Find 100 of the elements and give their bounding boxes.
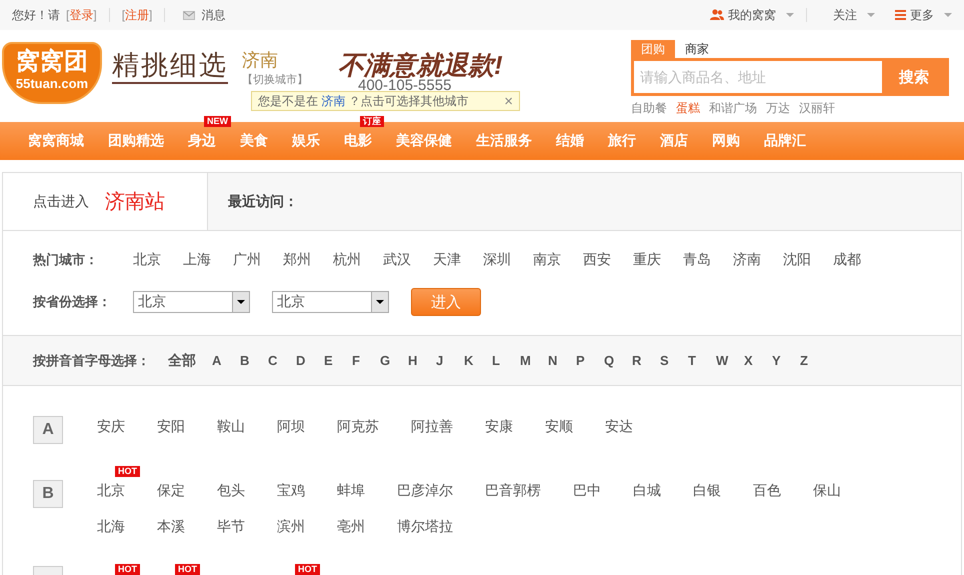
letter-tag: A — [33, 416, 63, 444]
city-link[interactable]: 本溪 — [157, 514, 217, 538]
letter-link[interactable]: G — [380, 353, 408, 368]
city-link[interactable]: 蚌埠 — [337, 478, 397, 502]
letter-link[interactable]: L — [492, 353, 520, 368]
all-letters-link[interactable]: 全部 — [168, 352, 196, 370]
city-link[interactable]: 巴彦淖尔 — [397, 478, 485, 502]
letter-link[interactable]: W — [716, 353, 744, 368]
messages-link[interactable]: 消息 — [201, 6, 226, 24]
city-link[interactable]: 博尔塔拉 — [397, 514, 485, 538]
city-link[interactable]: 杭州 — [333, 251, 383, 269]
letter-link[interactable]: C — [268, 353, 296, 368]
station-link[interactable]: 济南站 — [105, 188, 165, 215]
hot-badge: HOT — [115, 564, 140, 575]
letter-link[interactable]: B — [240, 353, 268, 368]
letter-link[interactable]: A — [212, 353, 240, 368]
city-link[interactable]: 郑州 — [283, 251, 333, 269]
city-link[interactable]: 深圳 — [483, 251, 533, 269]
city-link[interactable]: 上海 — [183, 251, 233, 269]
city-link[interactable]: 保山 — [813, 478, 873, 502]
letter-link[interactable]: H — [408, 353, 436, 368]
city-link[interactable]: 济南 — [733, 251, 783, 269]
letter-link[interactable]: S — [660, 353, 688, 368]
city-link[interactable]: 阿坝 — [277, 414, 337, 438]
city-link[interactable]: 阿拉善 — [411, 414, 485, 438]
nav-badge: 订座 — [360, 116, 384, 127]
letter-link[interactable]: M — [520, 353, 548, 368]
people-icon — [710, 9, 724, 21]
letter-link[interactable]: P — [576, 353, 604, 368]
pinyin-label: 按拼音首字母选择： — [33, 352, 150, 370]
city-link[interactable]: 北海 — [97, 514, 157, 538]
city-link[interactable]: 毕节 — [217, 514, 277, 538]
letter-link[interactable]: Q — [604, 353, 632, 368]
slogan-text: 精挑细选 — [112, 48, 228, 84]
city-link[interactable]: 宝鸡 — [277, 478, 337, 502]
more-menu[interactable]: 更多 — [895, 6, 952, 24]
hot-search-link[interactable]: 蛋糕 — [676, 100, 700, 117]
city-select[interactable]: 北京 — [272, 291, 389, 313]
letter-link[interactable]: D — [296, 353, 324, 368]
city-link[interactable]: 安康 — [485, 414, 545, 438]
hot-cities-label: 热门城市： — [33, 251, 99, 269]
province-select[interactable]: 北京 — [133, 291, 250, 313]
letter-link[interactable]: Y — [772, 353, 800, 368]
city-link[interactable]: 安达 — [605, 414, 665, 438]
menu-icon — [895, 10, 906, 20]
letter-link[interactable]: X — [744, 353, 772, 368]
envelope-icon — [183, 10, 196, 20]
city-link[interactable]: 白城 — [633, 478, 693, 502]
city-link[interactable]: 成都 — [833, 251, 883, 269]
tooltip-text: 您是不是在 济南 ？点击可选择其他城市 — [258, 92, 469, 110]
city-link[interactable]: 重庆 — [633, 251, 683, 269]
hot-badge: HOT — [115, 466, 140, 477]
city-link[interactable]: 巴音郭楞 — [485, 478, 573, 502]
city-link[interactable]: 沈阳 — [783, 251, 833, 269]
hot-search-link[interactable]: 和谐广场 — [709, 100, 757, 117]
city-link[interactable]: 保定 — [157, 478, 217, 502]
city-link[interactable]: 广州 — [233, 251, 283, 269]
current-city: 济南 — [242, 49, 279, 72]
follow-menu[interactable]: 关注 — [833, 6, 875, 24]
letter-link[interactable]: Z — [800, 353, 828, 368]
phone-number: 400-105-5555 — [358, 78, 452, 94]
letter-link[interactable]: R — [632, 353, 660, 368]
city-link[interactable]: 包头 — [217, 478, 277, 502]
letter-link[interactable]: K — [464, 353, 492, 368]
letter-link[interactable]: J — [436, 353, 464, 368]
city-link[interactable]: 西安 — [583, 251, 633, 269]
recent-label: 最近访问： — [228, 192, 298, 210]
hot-search-link[interactable]: 万达 — [766, 100, 790, 117]
account-menu[interactable]: 我的窝窝 — [710, 6, 794, 24]
search-tab[interactable]: 商家 — [675, 40, 719, 58]
city-link[interactable]: 南京 — [533, 251, 583, 269]
hot-badge: HOT — [295, 564, 320, 575]
city-link[interactable]: 阿克苏 — [337, 414, 411, 438]
city-link[interactable]: 安顺 — [545, 414, 605, 438]
city-link[interactable]: 亳州 — [337, 514, 397, 538]
promise-text: 不满意就退款! — [338, 49, 503, 80]
city-link[interactable]: 青岛 — [683, 251, 733, 269]
letter-link[interactable]: T — [688, 353, 716, 368]
hot-badge: HOT — [175, 564, 200, 575]
letter-link[interactable]: E — [324, 353, 352, 368]
greeting-text: 您好！请 — [12, 6, 60, 24]
letter-link[interactable]: F — [352, 353, 380, 368]
letter-link[interactable]: N — [548, 353, 576, 368]
hot-search-link[interactable]: 自助餐 — [631, 100, 667, 117]
city-link[interactable]: 百色 — [753, 478, 813, 502]
entry-prefix: 点击进入 — [33, 192, 89, 210]
city-link[interactable]: 白银 — [693, 478, 753, 502]
hot-search-link[interactable]: 汉丽轩 — [799, 100, 835, 117]
city-link[interactable]: 鞍山 — [217, 414, 277, 438]
city-link[interactable]: 滨州 — [277, 514, 337, 538]
city-link[interactable]: 安阳 — [157, 414, 217, 438]
city-link[interactable]: 武汉 — [383, 251, 433, 269]
city-link[interactable]: 天津 — [433, 251, 483, 269]
city-link[interactable]: 济南 — [321, 94, 346, 108]
province-label: 按省份选择： — [33, 293, 112, 311]
city-link[interactable]: 北京 — [133, 251, 183, 269]
city-link[interactable]: 安庆 — [97, 414, 157, 438]
switch-city-link[interactable]: 【切换城市】 — [242, 74, 308, 86]
search-field[interactable]: 请输入商品名、地址 — [634, 61, 882, 93]
city-link[interactable]: 巴中 — [573, 478, 633, 502]
